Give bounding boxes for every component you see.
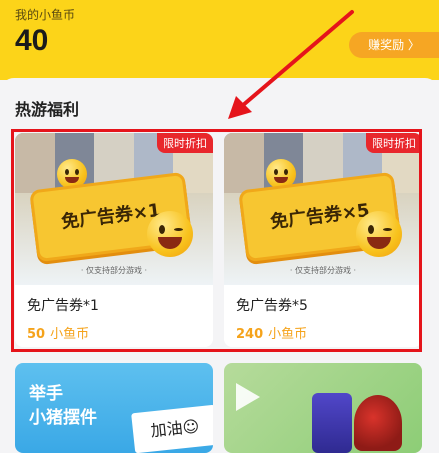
play-arrow-icon [236, 383, 260, 411]
header-bar: 我的小鱼币 40 赚奖励 〉 [0, 0, 439, 80]
coins-label: 我的小鱼币 [15, 8, 76, 22]
section-title: 热游福利 [15, 100, 80, 119]
coins-balance: 40 [15, 24, 49, 57]
promo-title-line2: 小猪摆件 [29, 408, 97, 428]
promo-sign: 加油☺ [131, 404, 213, 453]
annotation-highlight-box [11, 129, 422, 352]
character-figure [312, 393, 352, 453]
promo-title-line1: 举手 [29, 384, 63, 404]
product-card-3[interactable]: 举手 小猪摆件 加油☺ [15, 363, 213, 453]
product-card-4[interactable] [224, 363, 422, 453]
earn-rewards-button[interactable]: 赚奖励 〉 [349, 32, 439, 58]
